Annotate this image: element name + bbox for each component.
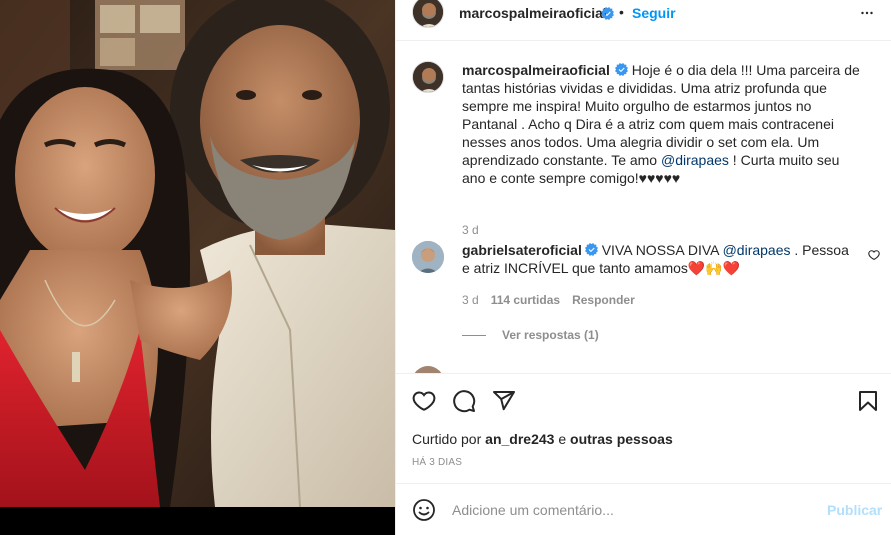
comment-mention[interactable]: @dirapaes	[723, 242, 791, 258]
comment-emoji: ❤️🙌❤️	[687, 260, 741, 276]
comment-like-heart-icon[interactable]	[868, 249, 880, 261]
caption-timestamp[interactable]: 3 d	[462, 223, 479, 237]
post-photo	[0, 0, 395, 507]
verified-badge-icon	[614, 63, 628, 76]
actions-divider	[396, 373, 891, 374]
verified-badge-icon	[584, 243, 598, 256]
caption-text: marcospalmeiraoficial Hoje é o dia dela …	[462, 61, 866, 187]
comment-text: gabrielsateroficial VIVA NOSSA DIVA @dir…	[462, 241, 856, 277]
commenter-username[interactable]: gabrielsateroficial	[462, 242, 582, 258]
add-comment-bar: Publicar	[396, 484, 891, 535]
comment-meta: 3 d 114 curtidas Responder	[462, 293, 635, 307]
publish-button[interactable]: Publicar	[827, 502, 882, 518]
share-icon[interactable]	[492, 389, 516, 413]
comment-icon[interactable]	[452, 389, 476, 413]
reply-button[interactable]: Responder	[572, 293, 635, 307]
view-replies-button[interactable]: Ver respostas (1)	[462, 328, 599, 342]
post-header: marcospalmeiraoficial • Seguir	[396, 0, 891, 28]
comments-list[interactable]: marcospalmeiraoficial Hoje é o dia dela …	[396, 41, 891, 373]
comment-likes-count[interactable]: 114 curtidas	[491, 293, 560, 307]
verified-badge-icon	[601, 7, 614, 20]
author-username[interactable]: marcospalmeiraoficial	[459, 5, 607, 21]
liked-by-user[interactable]: an_dre243	[485, 431, 554, 447]
next-comment-avatar[interactable]	[412, 366, 444, 373]
liked-by-prefix: Curtido por	[412, 431, 486, 447]
save-bookmark-icon[interactable]	[856, 389, 880, 413]
follow-button[interactable]: Seguir	[632, 5, 676, 21]
commenter-avatar[interactable]	[412, 241, 444, 273]
replies-line	[462, 334, 486, 336]
author-avatar[interactable]	[412, 0, 444, 28]
caption-username[interactable]: marcospalmeiraoficial	[462, 62, 610, 78]
heart-icon[interactable]	[412, 389, 436, 413]
post-date[interactable]: HÁ 3 DIAS	[412, 457, 462, 468]
photo-bottom-bar	[0, 507, 395, 535]
liked-by: Curtido por an_dre243 e outras pessoas	[412, 431, 673, 447]
more-horizontal-icon[interactable]	[858, 4, 876, 22]
emoji-icon[interactable]	[412, 498, 436, 522]
caption-mention[interactable]: @dirapaes	[661, 152, 729, 168]
liked-by-connector: e	[554, 431, 571, 447]
post-actions	[396, 384, 891, 418]
caption-avatar[interactable]	[412, 61, 444, 93]
liked-by-others[interactable]: outras pessoas	[570, 431, 673, 447]
comment-input[interactable]	[452, 496, 812, 524]
comment-timestamp[interactable]: 3 d	[462, 293, 479, 307]
comment-body-1: VIVA NOSSA DIVA	[601, 242, 723, 258]
header-separator: •	[619, 4, 624, 20]
post-panel: marcospalmeiraoficial • Seguir marcospal…	[395, 0, 891, 535]
view-replies-label: Ver respostas (1)	[502, 328, 599, 342]
